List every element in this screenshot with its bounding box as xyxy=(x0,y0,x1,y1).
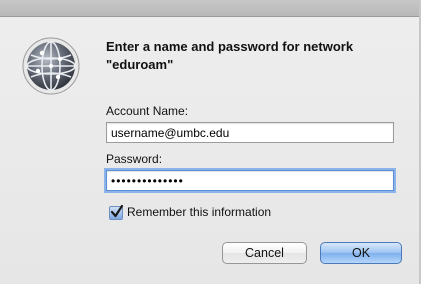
remember-label[interactable]: Remember this information xyxy=(127,205,271,219)
network-password-dialog: Enter a name and password for network "e… xyxy=(0,0,421,284)
account-name-field[interactable] xyxy=(106,122,394,143)
title-bar[interactable] xyxy=(0,0,421,17)
password-field[interactable] xyxy=(106,170,394,191)
account-name-label: Account Name: xyxy=(106,104,189,118)
ok-button[interactable]: OK xyxy=(320,242,402,264)
dialog-heading: Enter a name and password for network "e… xyxy=(106,39,354,72)
password-label: Password: xyxy=(106,152,163,166)
network-globe-icon xyxy=(22,37,80,95)
remember-checkbox[interactable] xyxy=(109,204,124,220)
checkmark-icon xyxy=(110,204,124,218)
cancel-button[interactable]: Cancel xyxy=(222,242,307,264)
